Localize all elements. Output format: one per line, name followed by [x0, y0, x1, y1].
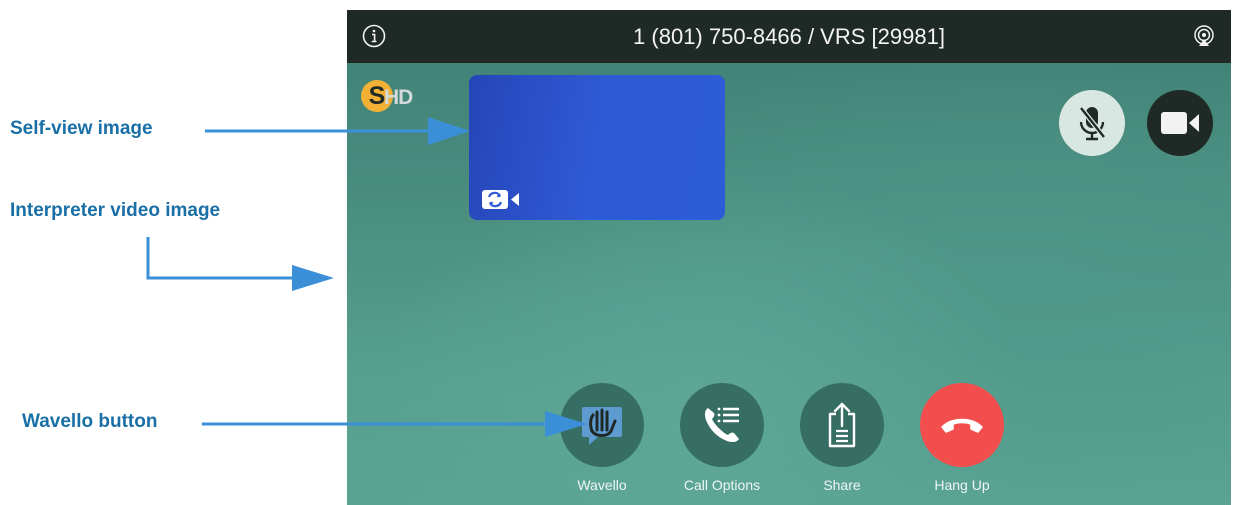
phone-list-icon: [704, 407, 739, 443]
wavello-button[interactable]: Wavello: [560, 383, 644, 493]
hang-up-label: Hang Up: [934, 477, 990, 493]
call-options-label: Call Options: [683, 477, 761, 493]
airplay-icon[interactable]: [1192, 24, 1216, 48]
video-camera-icon: [1161, 112, 1199, 134]
call-options-button[interactable]: Call Options: [680, 383, 764, 493]
interpreter-video-callout: Interpreter video image: [10, 200, 221, 221]
wavello-button-circle[interactable]: [560, 383, 644, 467]
call-top-bar: 1 (801) 750-8466 / VRS [29981]: [347, 10, 1231, 63]
hang-up-button[interactable]: Hang Up: [920, 383, 1004, 493]
wavello-label: Wavello: [577, 477, 627, 493]
self-view-callout: Self-view image: [10, 118, 153, 139]
logo-hd-text: HD: [384, 86, 413, 109]
interpreter-video-arrow: [146, 237, 334, 291]
video-camera-button[interactable]: [1147, 90, 1213, 156]
switch-camera-icon[interactable]: [481, 188, 523, 210]
self-view-image[interactable]: [469, 75, 725, 220]
interpreter-video-image: 1 (801) 750-8466 / VRS [29981] S HD Wave…: [347, 10, 1231, 505]
share-button-circle[interactable]: [800, 383, 884, 467]
share-label: Share: [823, 477, 861, 493]
microphone-muted-icon: [1079, 106, 1106, 141]
mute-microphone-button[interactable]: [1059, 90, 1125, 156]
call-number-title: 1 (801) 750-8466 / VRS [29981]: [633, 24, 945, 49]
hang-up-icon: [941, 418, 983, 433]
call-options-button-circle[interactable]: [680, 383, 764, 467]
hang-up-button-circle[interactable]: [920, 383, 1004, 467]
logo-badge-letter: S: [369, 82, 386, 110]
waving-hand-icon: [582, 407, 622, 445]
share-document-icon: [828, 402, 856, 448]
share-button[interactable]: Share: [800, 383, 884, 493]
wavello-button-callout: Wavello button: [22, 411, 158, 432]
